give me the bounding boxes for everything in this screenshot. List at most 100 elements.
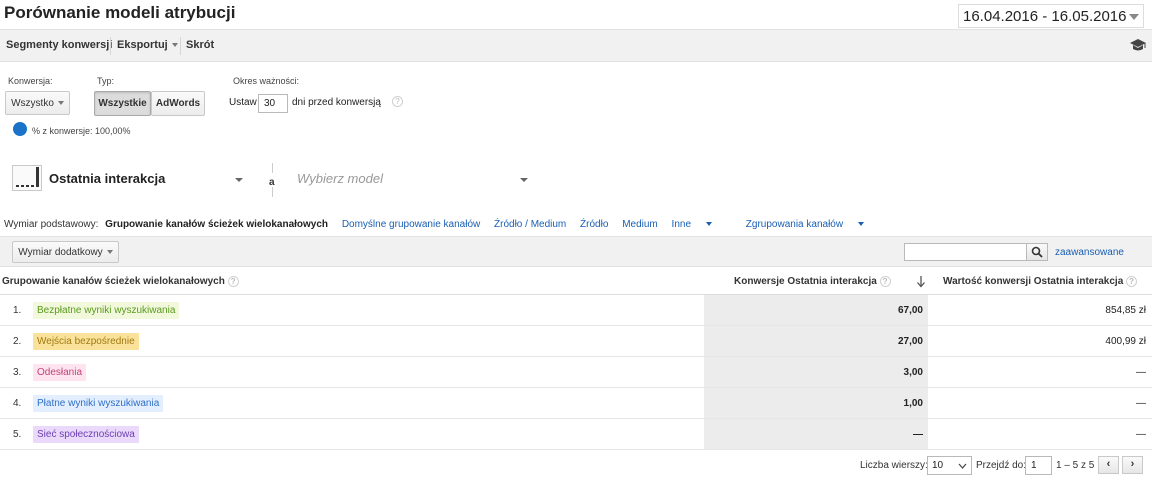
conversions-cell: 67,00 [897,305,923,316]
table-search-input[interactable] [904,243,1027,261]
report-toolbar: Segmenty konwersji Eksportuj Skrót [0,29,1152,62]
column-header-dimension: Grupowanie kanałów ścieżek wielokanałowy… [2,276,239,287]
divider-line [272,163,273,173]
column-header-dimension-label: Grupowanie kanałów ścieżek wielokanałowy… [2,276,225,288]
date-range-picker[interactable]: 16.04.2016 - 16.05.2016 [958,4,1144,28]
goto-page-input[interactable]: 1 [1025,456,1052,475]
date-range-text: 16.04.2016 - 16.05.2016 [963,8,1127,25]
table-row: 5. Sieć społecznościowa — — [0,419,1152,450]
toolbar-divider [110,37,111,55]
conversions-cell: 3,00 [903,367,923,378]
sort-descending-icon[interactable] [916,276,926,288]
toolbar-divider [180,37,181,55]
previous-page-button[interactable]: ‹ [1098,456,1119,474]
channel-label[interactable]: Wejścia bezpośrednie [33,333,139,350]
primary-model-name[interactable]: Ostatnia interakcja [49,171,165,186]
pagination-range: 1 – 5 z 5 [1056,460,1095,471]
chevron-down-icon[interactable] [235,178,243,182]
conversion-segments-button[interactable]: Segmenty konwersji [6,39,112,51]
advanced-filter-link[interactable]: zaawansowane [1055,247,1124,258]
dimension-active: Grupowanie kanałów ścieżek wielokanałowy… [105,219,329,230]
channel-label[interactable]: Odesłania [33,364,87,381]
type-option-all[interactable]: Wszystkie [94,91,151,116]
rows-per-page-select[interactable]: 10 [927,456,972,475]
pie-chart-icon [13,122,27,136]
page-title: Porównanie modeli atrybucji [4,3,236,22]
chevron-down-icon [858,222,865,227]
conversions-cell: 27,00 [897,336,923,347]
row-index: 5. [13,429,22,440]
goto-label: Przejdź do: [976,460,1027,471]
help-icon[interactable]: ? [392,96,403,107]
conversions-cell: — [913,429,923,440]
type-label: Typ: [97,76,115,86]
conversion-value-cell: 400,99 zł [1105,336,1146,347]
search-button[interactable] [1026,243,1048,261]
secondary-model-placeholder[interactable]: Wybierz model [297,171,383,186]
conversion-value-cell: — [1136,367,1146,378]
export-label: Eksportuj [117,39,168,51]
dimension-link-medium[interactable]: Medium [622,219,658,230]
channel-groupings-label: Zgrupowania kanałów [745,219,844,230]
export-button[interactable]: Eksportuj [117,39,178,51]
conversion-value-cell: 854,85 zł [1105,305,1146,316]
dimension-link-source-medium[interactable]: Źródło / Medium [494,219,566,230]
channel-label[interactable]: Sieć społecznościowa [33,426,139,443]
graduation-cap-icon[interactable] [1130,38,1146,52]
table-row: 4. Płatne wyniki wyszukiwania 1,00 — [0,388,1152,419]
chevron-down-icon [106,250,113,255]
chevron-down-icon [958,463,967,469]
channel-label[interactable]: Płatne wyniki wyszukiwania [33,395,164,412]
table-row: 2. Wejścia bezpośrednie 27,00 400,99 zł [0,326,1152,357]
dimension-link-default-grouping[interactable]: Domyślne grupowanie kanałów [342,219,480,230]
help-icon[interactable]: ? [227,276,239,287]
chevron-down-icon [171,43,178,48]
rows-per-page-value: 10 [932,460,944,471]
dimension-link-source[interactable]: Źródło [580,219,608,230]
chevron-down-icon [57,101,64,106]
channel-label[interactable]: Bezpłatne wyniki wyszukiwania [33,302,180,319]
primary-dimension-bar: Wymiar podstawowy: Grupowanie kanałów śc… [4,219,886,230]
chevron-down-icon[interactable] [520,178,528,182]
conversion-value-cell: — [1136,398,1146,409]
sorted-column-shade [704,419,928,449]
help-icon[interactable]: ? [1126,276,1138,287]
last-interaction-model-icon [12,165,42,191]
divider-line [272,187,273,197]
table-row: 1. Bezpłatne wyniki wyszukiwania 67,00 854,… [0,295,1152,326]
row-index: 3. [13,367,22,378]
help-icon[interactable]: ? [879,276,891,287]
sorted-column-shade [704,388,928,418]
row-index: 4. [13,398,22,409]
rows-per-page-label: Liczba wierszy: [860,460,928,471]
column-header-value[interactable]: Wartość konwersji Ostatnia interakcja ? [943,276,1138,287]
search-icon [1031,246,1043,258]
row-index: 2. [13,336,22,347]
lookback-label: Okres ważności: [233,76,300,86]
conversions-cell: 1,00 [903,398,923,409]
lookback-suffix: dni przed konwersją [292,97,381,108]
shortcut-button[interactable]: Skrót [186,39,214,51]
lookback-days-input[interactable]: 30 [258,94,288,113]
chevron-down-icon [706,222,713,227]
column-header-conversions[interactable]: Konwersje Ostatnia interakcja ? [734,276,891,287]
conversion-value: Wszystko [11,98,54,109]
chevron-down-icon [1129,14,1139,20]
table-row: 3. Odesłania 3,00 — [0,357,1152,388]
secondary-dimension-label: Wymiar dodatkowy [18,247,103,258]
conversion-dropdown[interactable]: Wszystko [5,91,70,115]
secondary-dimension-button[interactable]: Wymiar dodatkowy [12,241,119,263]
type-option-adwords[interactable]: AdWords [151,91,205,116]
sorted-column-shade [704,357,928,387]
conversion-label: Konwersja: [8,76,53,86]
primary-dimension-label: Wymiar podstawowy: [4,219,99,230]
sorted-column-shade [704,295,928,325]
row-index: 1. [13,305,22,316]
conversion-value-cell: — [1136,429,1146,440]
next-page-button[interactable]: › [1122,456,1143,474]
other-label: Inne [671,219,692,230]
dimension-link-other[interactable]: Inne [672,219,723,230]
channel-groupings-link[interactable]: Zgrupowania kanałów [746,219,875,230]
sorted-column-shade [704,326,928,356]
column-header-conversions-label: Konwersje Ostatnia interakcja [734,276,877,288]
